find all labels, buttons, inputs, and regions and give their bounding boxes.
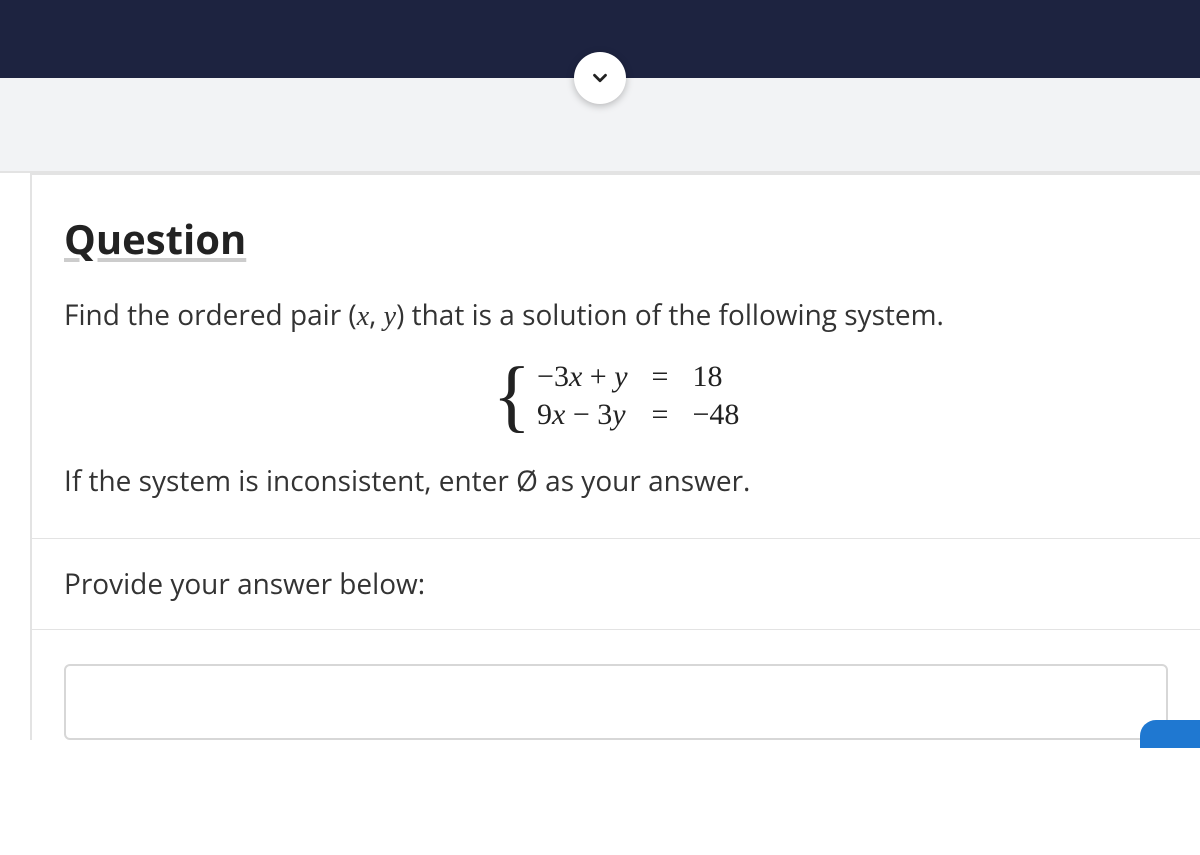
eq2-equals: = xyxy=(652,398,669,432)
eq2-lhs-x: x xyxy=(552,398,565,431)
var-y: y xyxy=(384,301,396,332)
var-x: x xyxy=(357,301,369,332)
help-pill[interactable] xyxy=(1140,720,1200,748)
expand-toggle-button[interactable] xyxy=(574,52,626,104)
question-heading: Question xyxy=(64,211,1168,266)
chevron-down-icon xyxy=(589,67,611,89)
eq1-lhs-plus: + xyxy=(582,360,614,393)
equation-system: { −3x + y = 18 9x − 3y = −48 xyxy=(64,356,1168,436)
eq2-lhs-9: 9 xyxy=(537,398,552,431)
prompt-text-before: Find the ordered pair ( xyxy=(64,296,357,334)
answer-label: Provide your answer below: xyxy=(32,539,1200,630)
note-after: as your answer. xyxy=(538,462,751,500)
answer-input[interactable] xyxy=(64,664,1168,740)
prompt-text-after: ) that is a solution of the following sy… xyxy=(396,296,944,334)
eq2-rhs: −48 xyxy=(692,398,739,432)
eq2-lhs-minus: − 3 xyxy=(565,398,612,431)
question-card: Question Find the ordered pair (x, y) th… xyxy=(30,173,1200,740)
empty-set-symbol: Ø xyxy=(516,462,538,500)
eq2-lhs-y: y xyxy=(612,398,625,431)
prompt-sep: , xyxy=(369,296,384,334)
eq1-rhs: 18 xyxy=(692,360,739,394)
eq1-lhs-y: y xyxy=(614,360,627,393)
inconsistent-note: If the system is inconsistent, enter Ø a… xyxy=(64,460,1168,502)
eq1-equals: = xyxy=(652,360,669,394)
eq1-lhs-minus3: −3 xyxy=(537,360,569,393)
note-before: If the system is inconsistent, enter xyxy=(64,462,516,500)
eq1-lhs-x: x xyxy=(569,360,582,393)
answer-input-row xyxy=(32,630,1200,740)
top-header xyxy=(0,0,1200,78)
question-prompt: Find the ordered pair (x, y) that is a s… xyxy=(64,294,1168,338)
left-brace: { xyxy=(493,356,531,436)
